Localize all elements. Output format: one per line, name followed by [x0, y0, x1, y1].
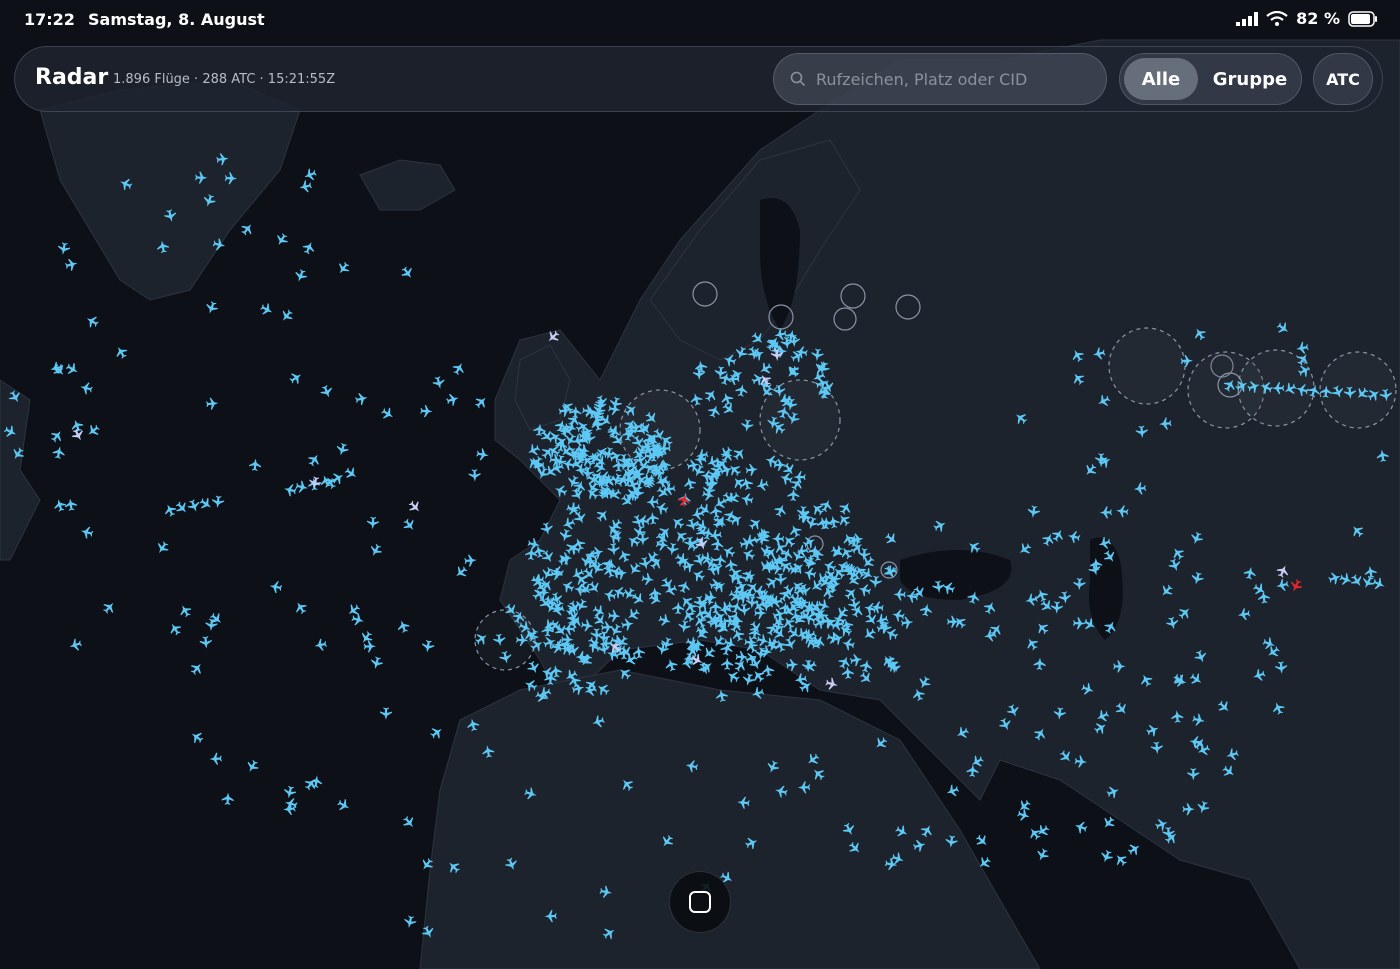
wifi-icon — [1266, 10, 1288, 26]
atc-ring — [1108, 327, 1186, 405]
status-time: 17:22 — [24, 10, 75, 29]
traffic-filter-segment: Alle Gruppe — [1119, 53, 1302, 105]
traffic-stats: 1.896 Flüge · 288 ATC · 15:21:55Z — [113, 72, 336, 87]
status-date: Samstag, 8. August — [88, 10, 265, 29]
search-field[interactable]: Rufzeichen, Platz oder CID — [773, 53, 1107, 105]
radar-map[interactable] — [0, 0, 1400, 969]
page-title: Radar — [35, 65, 109, 90]
filter-group-button[interactable]: Gruppe — [1204, 58, 1296, 100]
home-button[interactable] — [669, 871, 731, 933]
search-icon — [790, 71, 806, 87]
signal-icon — [1236, 11, 1259, 26]
filter-all-button[interactable]: Alle — [1124, 58, 1198, 100]
status-bar: 17:22 Samstag, 8. August 82 % — [0, 0, 1400, 40]
status-right: 82 % — [1236, 9, 1378, 28]
atc-button[interactable]: ATC — [1313, 53, 1373, 105]
radar-header-bar: Radar 1.896 Flüge · 288 ATC · 15:21:55Z … — [14, 46, 1383, 112]
home-square-icon — [689, 891, 711, 913]
search-placeholder: Rufzeichen, Platz oder CID — [816, 70, 1028, 89]
battery-percent: 82 % — [1296, 9, 1340, 28]
battery-icon — [1348, 10, 1377, 27]
